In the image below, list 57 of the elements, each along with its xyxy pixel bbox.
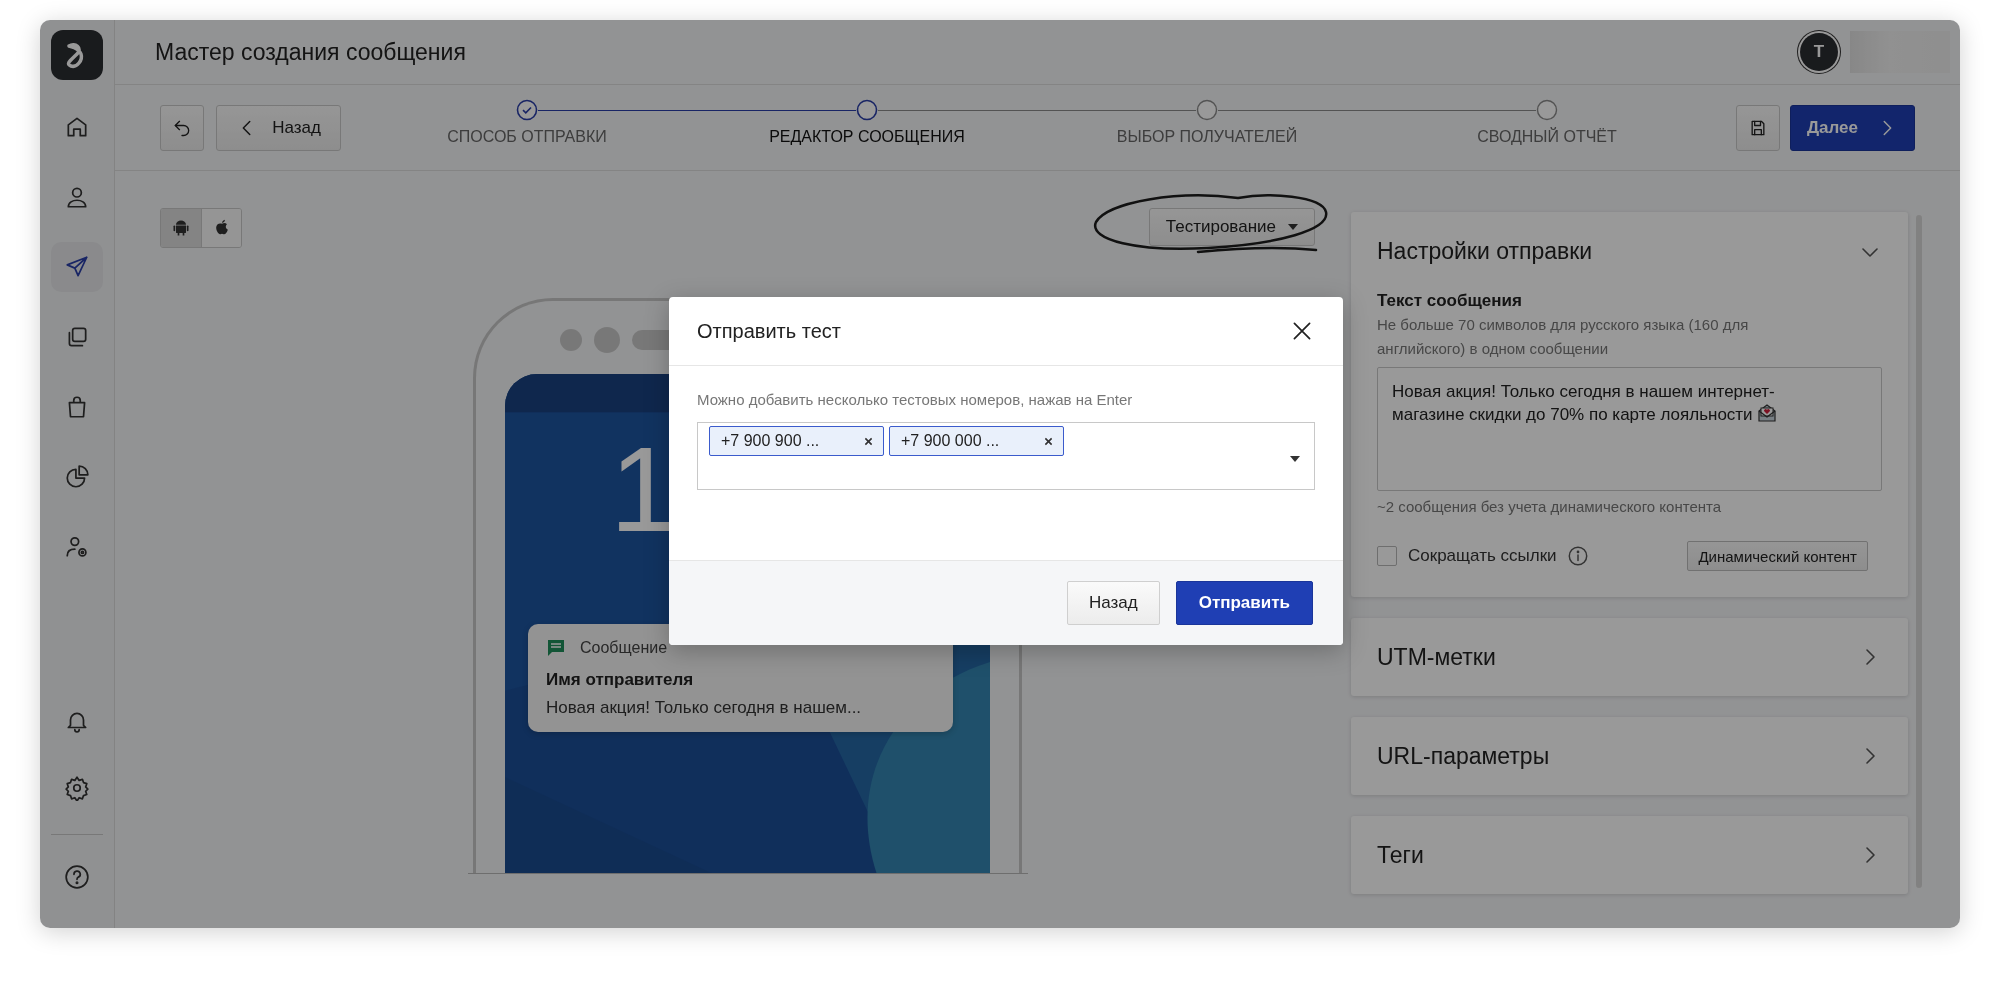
- message-field[interactable]: Новая акция! Только сегодня в нашем интернет-магазине скидки до 70% по карте лояльности: [1377, 367, 1882, 491]
- phone-chip[interactable]: +7 900 000 ...: [889, 426, 1064, 456]
- checkbox-label[interactable]: Сокращать ссылки: [1408, 546, 1557, 566]
- camera-dot: [594, 327, 620, 353]
- settings-icon: [64, 775, 90, 801]
- notification-sender: Имя отправителя: [546, 670, 695, 690]
- caret-icon: [1288, 224, 1298, 230]
- notification-app: Сообщение: [580, 639, 668, 657]
- logo-icon[interactable]: [51, 30, 103, 80]
- field-hint: Не больше 70 символов для русского языка (160 для английского) в одном сообщении: [1377, 315, 1750, 359]
- section-card[interactable]: UTM-метки: [1351, 618, 1908, 696]
- field-hint: Можно добавить несколько тестовых номеров, нажав на Enter: [697, 390, 1134, 410]
- pie-chart-icon: [64, 464, 90, 490]
- testing-dropdown[interactable]: Тестирование: [1148, 208, 1315, 246]
- page-title: Мастер создания сообщения: [155, 38, 466, 66]
- chip-label: +7 900 000 ...: [901, 432, 1000, 450]
- section-card[interactable]: Теги: [1351, 816, 1908, 894]
- undo-icon: [172, 118, 192, 138]
- notification-text: Новая акция! Только сегодня в нашем...: [546, 698, 863, 718]
- field-label: Текст сообщения: [1377, 291, 1523, 311]
- info-icon[interactable]: [1566, 545, 1589, 567]
- step-label[interactable]: РЕДАКТОР СООБЩЕНИЯ: [769, 128, 965, 146]
- back-button[interactable]: Назад: [216, 105, 341, 151]
- card-title: URL-параметры: [1377, 742, 1550, 770]
- android-icon: [171, 218, 191, 238]
- undo-button[interactable]: [160, 105, 204, 151]
- step-label[interactable]: СПОСОБ ОТПРАВКИ: [447, 128, 607, 146]
- camera-dot: [560, 329, 582, 351]
- chat-bubble-icon: [546, 638, 566, 658]
- section-card[interactable]: URL-параметры: [1351, 717, 1908, 795]
- avatar[interactable]: T: [1800, 33, 1838, 71]
- chip-label: +7 900 900 ...: [721, 432, 820, 450]
- send-button[interactable]: Отправить: [1175, 581, 1313, 625]
- user-gear-icon: [64, 534, 90, 560]
- phone-number-field[interactable]: +7 900 900 ... +7 900 000 ...: [697, 422, 1315, 490]
- back-button[interactable]: Назад: [1066, 581, 1160, 625]
- remove-icon[interactable]: [864, 436, 873, 446]
- platform-toggle[interactable]: [161, 209, 201, 247]
- card-title: UTM-метки: [1377, 643, 1496, 671]
- save-button[interactable]: [1736, 105, 1780, 151]
- clock-text: 1: [610, 429, 670, 549]
- sidebar-item[interactable]: [51, 242, 103, 292]
- love-letter-icon: [1757, 404, 1778, 422]
- step-label[interactable]: СВОДНЫЙ ОТЧЁТ: [1477, 128, 1617, 146]
- caret-icon[interactable]: [1290, 456, 1300, 462]
- platform-toggle[interactable]: [201, 209, 241, 247]
- checkbox[interactable]: [1377, 546, 1397, 566]
- card-title[interactable]: Настройки отправки: [1377, 238, 1593, 265]
- message-counter: ~2 сообщения без учета динамического контента: [1377, 497, 1723, 517]
- next-button[interactable]: Далее: [1790, 105, 1915, 151]
- remove-icon[interactable]: [1044, 436, 1053, 446]
- modal-title: Отправить тест: [697, 319, 841, 343]
- help-icon: [64, 864, 90, 890]
- phone-chip[interactable]: +7 900 900 ...: [709, 426, 884, 456]
- card-title: Теги: [1377, 841, 1424, 869]
- step-label[interactable]: ВЫБОР ПОЛУЧАТЕЛЕЙ: [1116, 128, 1298, 146]
- dynamic-content-button[interactable]: Динамический контент: [1687, 541, 1868, 571]
